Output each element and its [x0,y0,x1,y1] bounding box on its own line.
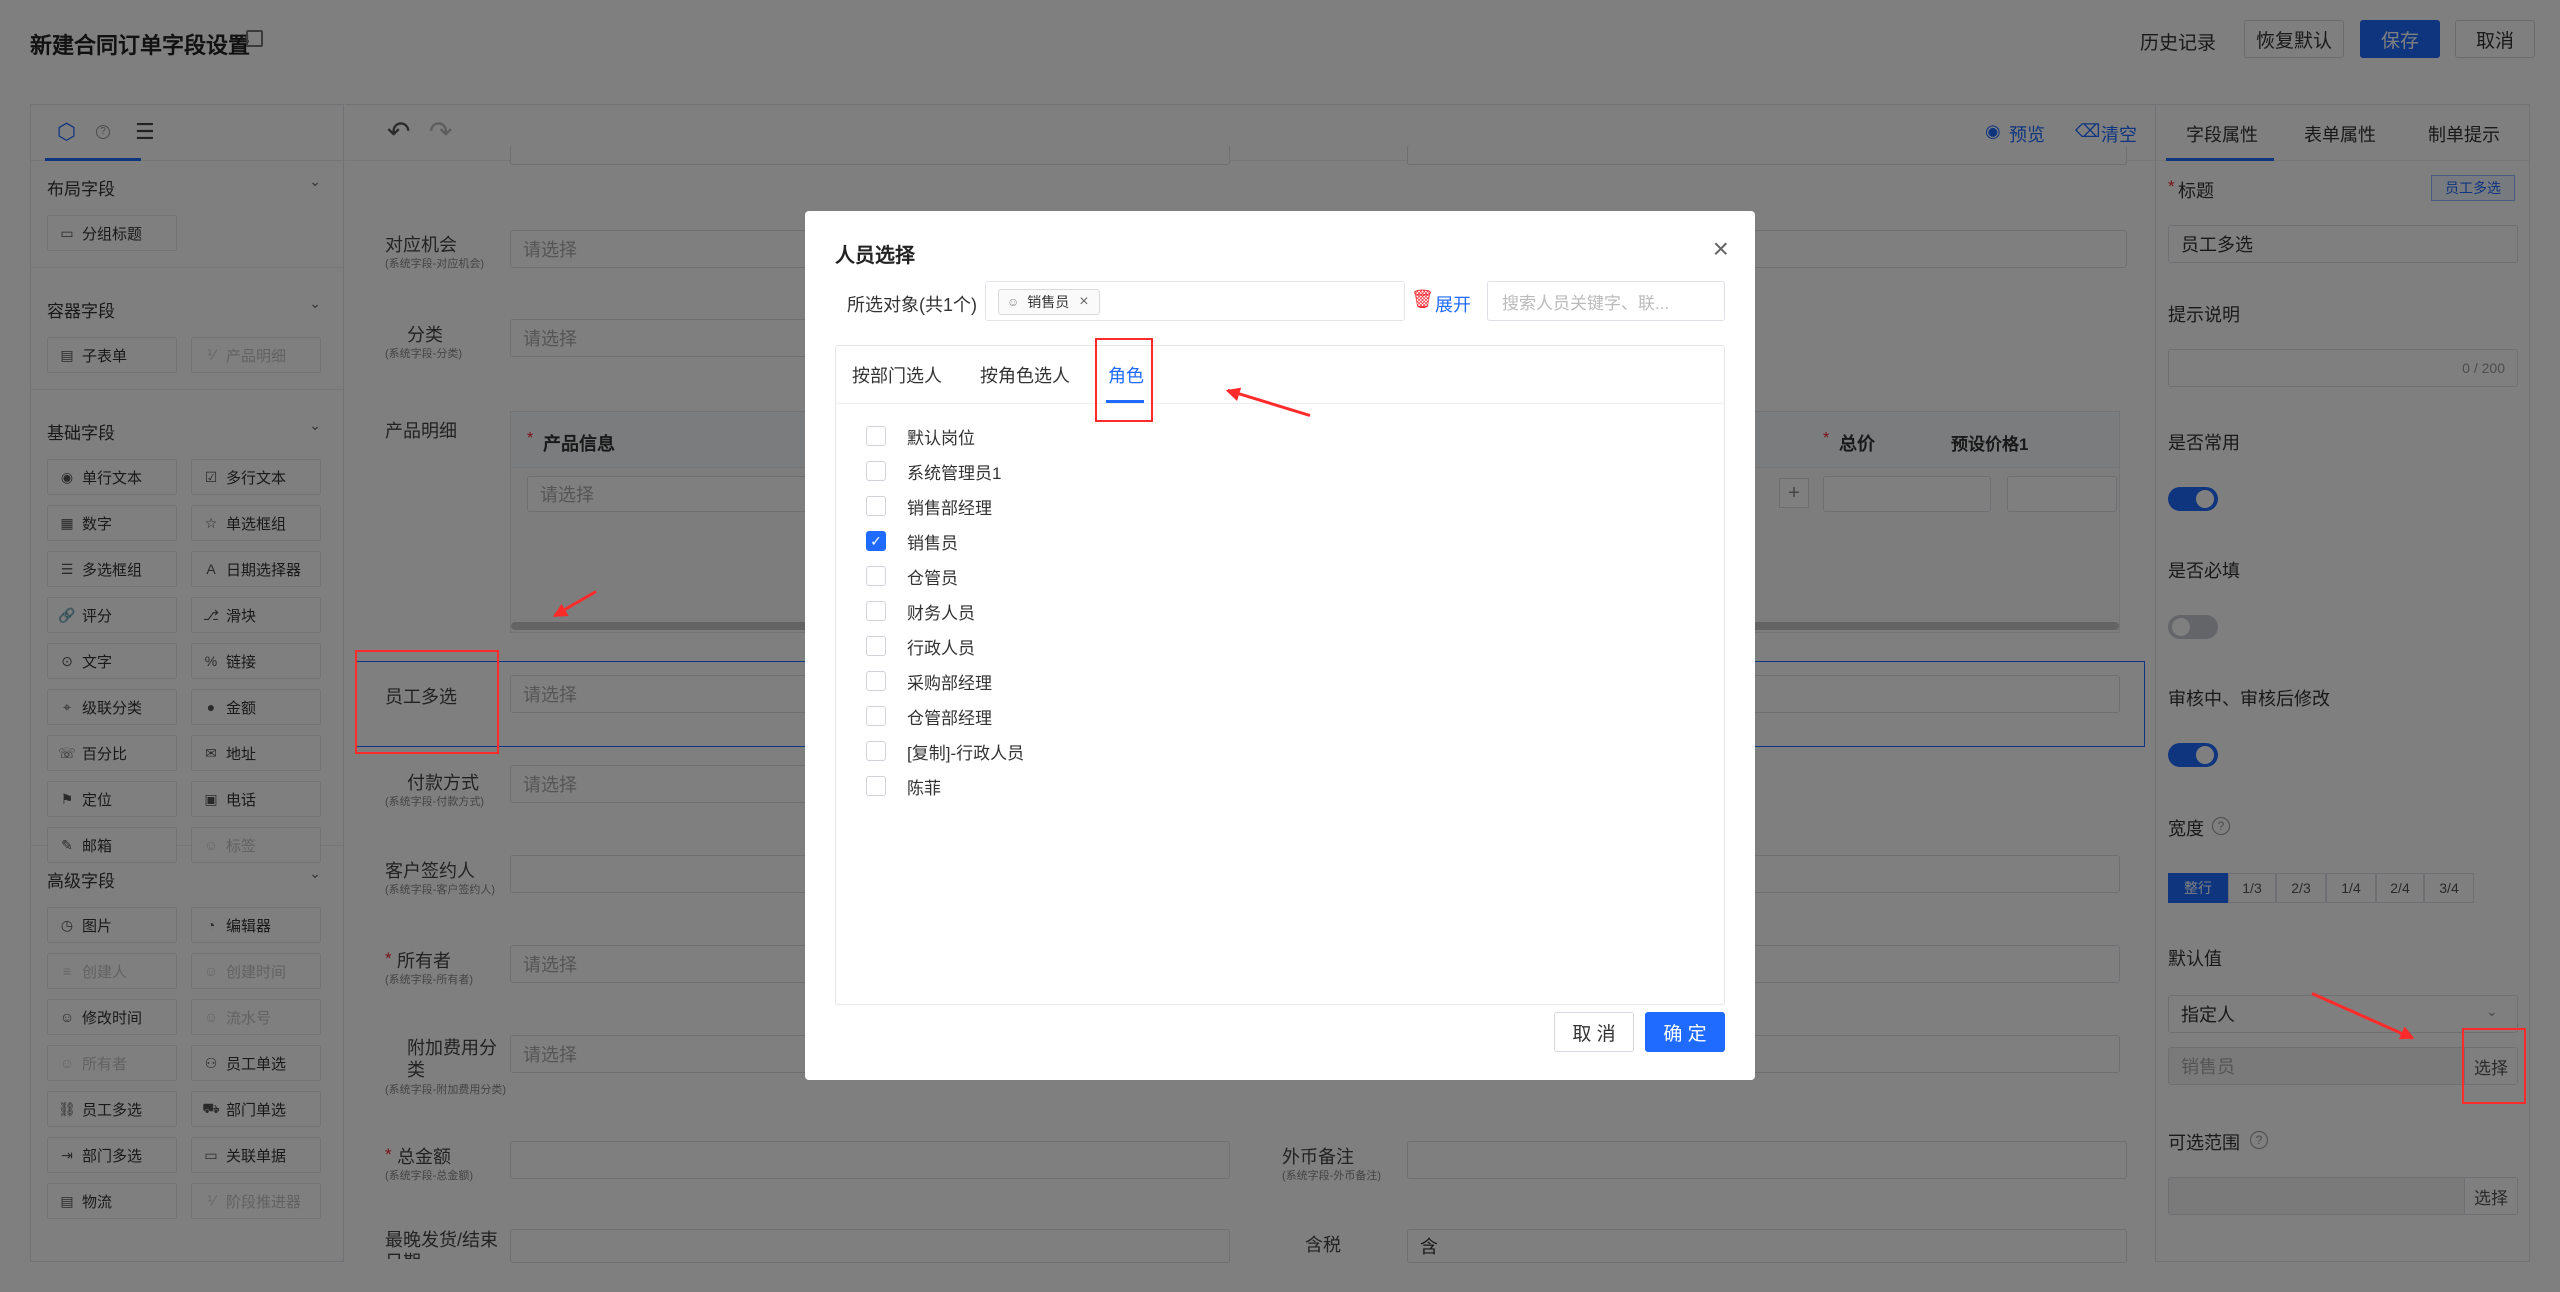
role-option[interactable]: 财务人员 [866,599,975,623]
role-option[interactable]: 行政人员 [866,634,975,658]
selected-box[interactable]: ☺ 销售员 × [985,281,1405,321]
dialog-cancel-button[interactable]: 取 消 [1554,1012,1634,1052]
picker-tabs: 按部门选人 按角色选人 角色 [836,346,1724,404]
tab-by-department[interactable]: 按部门选人 [852,362,942,388]
selected-tag-label: 销售员 [1027,294,1070,310]
checkbox[interactable] [866,706,886,726]
annotation-box-role-tab [1095,338,1153,422]
role-option[interactable]: 系统管理员1 [866,459,1001,483]
remove-tag-icon[interactable]: × [1079,293,1088,311]
checkbox[interactable] [866,461,886,481]
picker-tab-panel: 按部门选人 按角色选人 角色 默认岗位系统管理员1 销售部经理 ✓ 销售员仓管员财务人… [835,345,1725,1005]
user-icon: ☺ [1007,295,1020,309]
role-option-label: 销售部经理 [907,498,992,518]
role-option[interactable]: 销售部经理 [866,494,992,518]
close-icon[interactable]: × [1713,233,1729,265]
tab-by-role-pick[interactable]: 按角色选人 [980,362,1070,388]
role-option[interactable]: [复制]-行政人员 [866,739,1024,763]
checkbox[interactable] [866,776,886,796]
checkbox[interactable]: ✓ [866,531,886,551]
checkbox[interactable] [866,636,886,656]
role-option-label: 陈菲 [907,778,941,798]
checkbox[interactable] [866,496,886,516]
role-option-label: 系统管理员1 [907,463,1002,483]
role-option-label: 默认岗位 [907,428,975,448]
role-option-label: 行政人员 [907,638,975,658]
role-option-label: 财务人员 [907,603,975,623]
role-option[interactable]: 仓管员 [866,564,958,588]
role-option-label: 销售员 [907,533,958,553]
annotation-box-employee-field [355,650,499,754]
checkbox[interactable] [866,566,886,586]
role-option-label: 采购部经理 [907,673,992,693]
checkbox[interactable] [866,741,886,761]
person-picker-dialog: 人员选择 × 所选对象(共1个) ☺ 销售员 × 🗑 展开 搜索人员关键字、联.… [805,211,1755,1080]
role-option-label: 仓管部经理 [907,708,992,728]
annotation-box-select-button [2462,1028,2526,1104]
trash-icon[interactable]: 🗑 [1411,289,1434,310]
dialog-confirm-button[interactable]: 确 定 [1645,1012,1725,1052]
dialog-title: 人员选择 [835,245,915,267]
role-option[interactable]: 默认岗位 [866,424,975,448]
search-input[interactable]: 搜索人员关键字、联... [1487,281,1725,321]
role-option[interactable]: ✓ 销售员 [866,529,958,553]
checkbox[interactable] [866,426,886,446]
role-option[interactable]: 陈菲 [866,774,941,798]
selected-tag: ☺ 销售员 × [998,289,1100,315]
checkbox[interactable] [866,671,886,691]
role-option-label: [复制]-行政人员 [907,743,1025,763]
expand-link[interactable]: 展开 [1435,291,1471,317]
role-option[interactable]: 仓管部经理 [866,704,992,728]
selected-label: 所选对象(共1个) [847,295,977,315]
role-option-label: 仓管员 [907,568,958,588]
role-option[interactable]: 采购部经理 [866,669,992,693]
checkbox[interactable] [866,601,886,621]
